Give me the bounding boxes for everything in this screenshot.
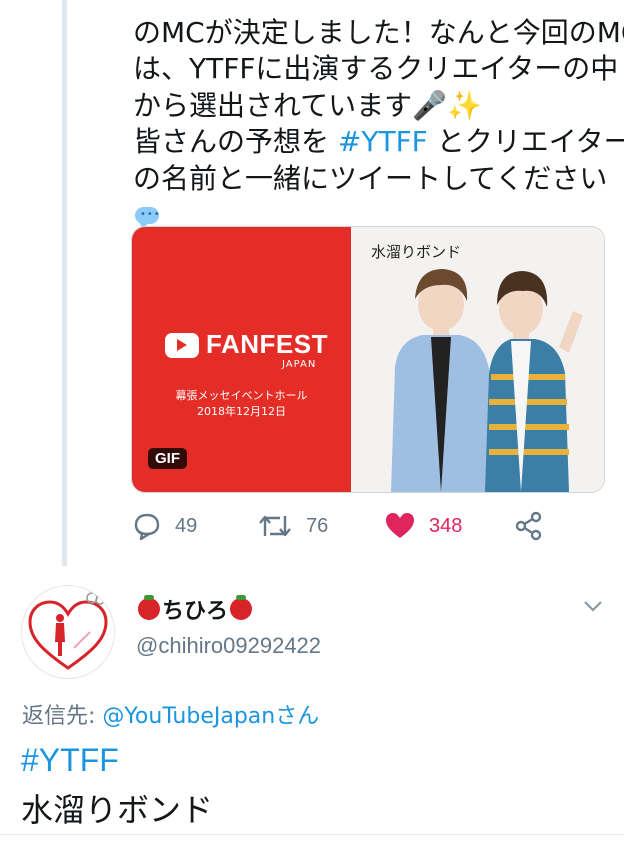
heart-avatar-image xyxy=(28,592,108,670)
event-venue: 幕張メッセイベントホール xyxy=(175,389,308,402)
gif-badge: GIF xyxy=(148,448,187,469)
fanfest-logo-text: FANFEST xyxy=(206,329,328,359)
youtube-play-icon xyxy=(165,333,199,358)
thread-connector-line xyxy=(62,0,67,566)
like-button[interactable]: 348 xyxy=(385,508,462,544)
event-date: 2018年12月12日 xyxy=(197,405,286,418)
chevron-down-icon[interactable] xyxy=(582,595,604,617)
tomato-emoji-icon xyxy=(230,595,253,620)
retweet-button[interactable]: 76 xyxy=(258,508,328,544)
tweet-text-segment: 皆さんの予想を xyxy=(133,125,338,158)
media-card[interactable]: FANFEST JAPAN 幕張メッセイベントホール 2018年12月12日 G… xyxy=(131,226,605,493)
share-icon xyxy=(515,511,542,541)
tweet-text-segment: とクリエイター xyxy=(427,125,624,158)
fanfest-japan-text: JAPAN xyxy=(282,359,317,370)
tweet-actions: 49 76 348 xyxy=(133,508,603,544)
share-button[interactable] xyxy=(514,508,544,544)
tweet-text-line: は、YTFFに出演するクリエイターの中 xyxy=(133,52,619,85)
like-count: 348 xyxy=(429,514,463,537)
tweet-text: のMCが決定しました！なんと今回のMC は、YTFFに出演するクリエイターの中 … xyxy=(133,0,624,234)
reply-icon xyxy=(134,513,160,540)
two-people-photo-image xyxy=(391,269,583,492)
tweet-text-line: の名前と一緒にツイートしてください xyxy=(133,161,608,195)
mention-link[interactable]: @YouTubeJapanさん xyxy=(102,704,319,729)
retweet-icon xyxy=(259,515,291,537)
display-name[interactable]: ちひろ xyxy=(136,593,254,625)
creators-photo: 水溜りボンド xyxy=(351,227,604,492)
avatar[interactable] xyxy=(21,585,115,679)
tomato-emoji-icon xyxy=(138,595,160,620)
tweet-body: 水溜りボンド xyxy=(21,791,214,829)
reply-context: 返信先: @YouTubeJapanさん xyxy=(22,698,319,730)
speech-bubble-emoji-icon: ••• xyxy=(133,205,161,229)
tweet-text-line: から選出されています🎤✨ xyxy=(133,88,482,122)
reply-prefix: 返信先: xyxy=(22,704,103,729)
heart-icon xyxy=(386,513,414,538)
tweet-text-line-cut xyxy=(133,0,613,15)
retweet-count: 76 xyxy=(306,514,329,537)
fanfest-banner: FANFEST JAPAN 幕張メッセイベントホール 2018年12月12日 G… xyxy=(132,227,351,492)
tweet-text-line: のMCが決定しました！なんと今回のMC xyxy=(133,15,624,49)
divider xyxy=(0,834,624,835)
hashtag-link[interactable]: #YTFF xyxy=(21,742,119,779)
user-handle[interactable]: @chihiro09292422 xyxy=(136,633,321,659)
reply-button[interactable]: 49 xyxy=(133,508,197,544)
tweet-text-line: 皆さんの予想を #YTFF とクリエイター xyxy=(133,124,624,161)
display-name-text: ちひろ xyxy=(162,599,229,624)
reply-count: 49 xyxy=(175,514,198,537)
hashtag-link[interactable]: #YTFF xyxy=(338,125,428,158)
